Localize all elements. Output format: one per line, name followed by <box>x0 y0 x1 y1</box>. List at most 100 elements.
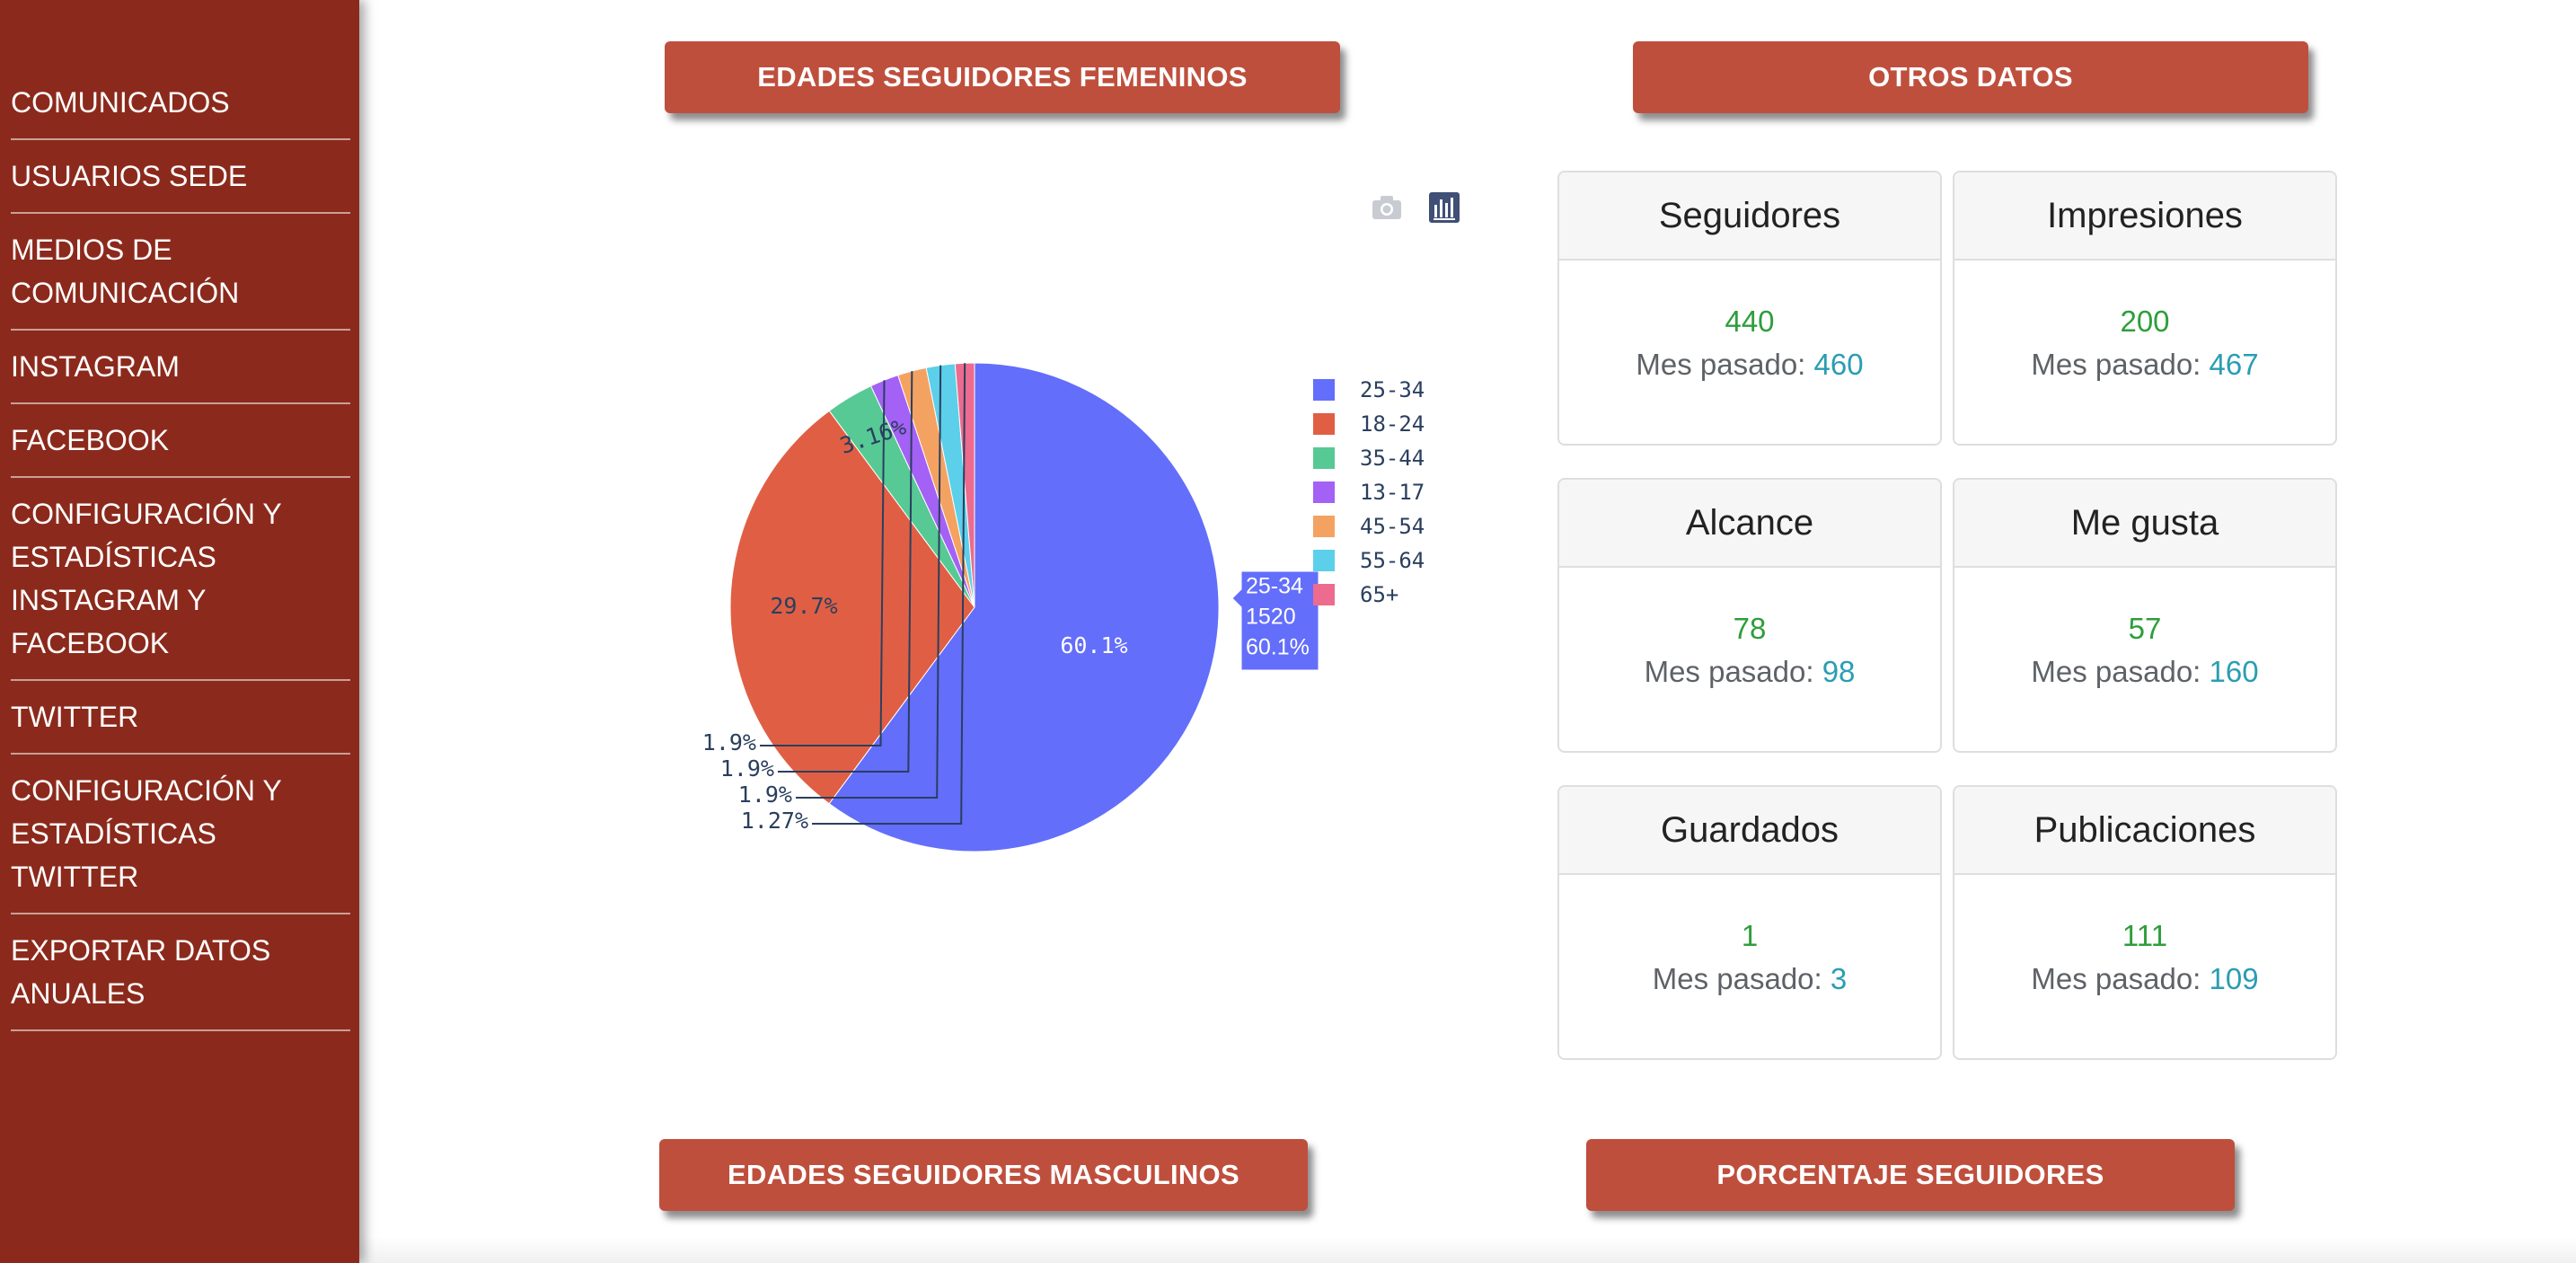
sidebar-item-label: ESTADÍSTICAS <box>11 541 216 573</box>
sidebar-item-label: CONFIGURACIÓN Y <box>11 774 282 807</box>
stat-previous: Mes pasado: 109 <box>1954 958 2335 1001</box>
stat-previous-value: 460 <box>1813 348 1864 381</box>
stat-current-value: 111 <box>2122 919 2168 952</box>
stat-card-title: Impresiones <box>1954 172 2335 261</box>
stat-previous: Mes pasado: 3 <box>1559 958 1940 1001</box>
legend-item[interactable]: 55-64 <box>1313 547 1425 574</box>
sidebar-item-label: ESTADÍSTICAS TWITTER <box>11 817 216 893</box>
legend-label: 25-34 <box>1360 377 1425 402</box>
male-ages-button[interactable]: EDADES SEGUIDORES MASCULINOS <box>659 1139 1308 1211</box>
legend-swatch <box>1313 584 1335 605</box>
pie-label: 60.1% <box>1060 632 1127 658</box>
legend-swatch <box>1313 379 1335 401</box>
pie-label: 29.7% <box>770 593 837 619</box>
sidebar-item-label: FACEBOOK <box>11 424 170 456</box>
legend-item[interactable]: 45-54 <box>1313 513 1425 540</box>
legend-swatch <box>1313 550 1335 571</box>
pie-label-outside: 1.27% <box>741 808 808 834</box>
stat-card: Publicaciones 111 Mes pasado: 109 <box>1953 785 2337 1060</box>
other-data-button[interactable]: OTROS DATOS <box>1633 41 2308 113</box>
sidebar-item-label: INSTAGRAM Y FACEBOOK <box>11 584 206 659</box>
legend-item[interactable]: 13-17 <box>1313 479 1425 506</box>
stat-card-body: 57 Mes pasado: 160 <box>1954 568 2335 693</box>
sidebar-item-5[interactable]: CONFIGURACIÓN Y ESTADÍSTICAS INSTAGRAM Y F… <box>11 478 350 681</box>
hover-tooltip-line: 1520 <box>1246 605 1296 630</box>
legend-item[interactable]: 25-34 <box>1313 376 1425 403</box>
female-ages-button[interactable]: EDADES SEGUIDORES FEMENINOS <box>665 41 1340 113</box>
sidebar-nav: COMUNICADOS USUARIOS SEDE MEDIOS DE COMUNIC… <box>0 0 350 1031</box>
percent-followers-button[interactable]: PORCENTAJE SEGUIDORES <box>1586 1139 2235 1211</box>
stat-previous: Mes pasado: 98 <box>1559 650 1940 693</box>
legend-swatch <box>1313 413 1335 435</box>
stat-previous-label: Mes pasado: <box>2031 655 2210 688</box>
legend-item[interactable]: 35-44 <box>1313 445 1425 472</box>
stat-card: Alcance 78 Mes pasado: 98 <box>1557 478 1942 753</box>
stat-current-value: 440 <box>1725 305 1775 338</box>
sidebar-item-label: MEDIOS DE <box>11 234 172 266</box>
stat-card: Guardados 1 Mes pasado: 3 <box>1557 785 1942 1060</box>
stat-card-body: 440 Mes pasado: 460 <box>1559 261 1940 386</box>
legend-label: 18-24 <box>1360 411 1425 437</box>
sidebar-item-label: CONFIGURACIÓN Y <box>11 498 282 530</box>
stat-previous-label: Mes pasado: <box>2031 348 2210 381</box>
stat-card-title: Alcance <box>1559 480 1940 568</box>
sidebar-item-label: INSTAGRAM <box>11 350 180 383</box>
stat-card-title: Guardados <box>1559 787 1940 875</box>
pie-label-outside: 1.9% <box>738 782 792 808</box>
sidebar-item-7[interactable]: CONFIGURACIÓN Y ESTADÍSTICAS TWITTER <box>11 755 350 914</box>
sidebar-item-2[interactable]: MEDIOS DE COMUNICACIÓN <box>11 214 350 331</box>
stat-card-title: Seguidores <box>1559 172 1940 261</box>
pie-label-outside: 1.9% <box>720 755 774 782</box>
sidebar-item-label: USUARIOS SEDE <box>11 160 248 192</box>
female-ages-pie-chart: 60.1%29.7%3.16%1.9%1.9%1.9%1.27%25-34152… <box>702 362 1319 852</box>
legend-swatch <box>1313 447 1335 469</box>
sidebar-item-label: COMUNICACIÓN <box>11 277 240 309</box>
bottom-shadow <box>359 1236 2576 1263</box>
stat-card-body: 111 Mes pasado: 109 <box>1954 875 2335 1001</box>
stat-card-body: 1 Mes pasado: 3 <box>1559 875 1940 1001</box>
stat-current-value: 57 <box>2128 612 2162 645</box>
sidebar-item-4[interactable]: FACEBOOK <box>11 404 350 478</box>
legend-label: 35-44 <box>1360 446 1425 471</box>
sidebar: COMUNICADOS USUARIOS SEDE MEDIOS DE COMUNIC… <box>0 0 359 1263</box>
stat-previous-label: Mes pasado: <box>2031 962 2210 995</box>
stat-card-body: 200 Mes pasado: 467 <box>1954 261 2335 386</box>
stat-previous: Mes pasado: 460 <box>1559 343 1940 386</box>
hover-tooltip-line: 25-34 <box>1246 574 1303 599</box>
sidebar-item-label: ANUALES <box>11 977 146 1010</box>
plotly-logo-icon[interactable] <box>1429 192 1460 223</box>
stat-card: Impresiones 200 Mes pasado: 467 <box>1953 171 2337 446</box>
sidebar-item-1[interactable]: USUARIOS SEDE <box>11 140 350 214</box>
legend-label: 65+ <box>1360 582 1399 607</box>
legend-label: 45-54 <box>1360 514 1425 539</box>
stat-card-title: Me gusta <box>1954 480 2335 568</box>
pie-label-outside: 1.9% <box>702 729 756 755</box>
legend-swatch <box>1313 516 1335 537</box>
sidebar-item-3[interactable]: INSTAGRAM <box>11 331 350 404</box>
legend-swatch <box>1313 481 1335 503</box>
stat-previous-value: 467 <box>2209 348 2259 381</box>
legend-item[interactable]: 18-24 <box>1313 411 1425 437</box>
sidebar-item-label: TWITTER <box>11 701 139 733</box>
sidebar-item-label: COMUNICADOS <box>11 86 230 119</box>
stat-card: Seguidores 440 Mes pasado: 460 <box>1557 171 1942 446</box>
sidebar-item-0[interactable]: COMUNICADOS <box>11 66 350 140</box>
stat-previous-label: Mes pasado: <box>1644 655 1822 688</box>
sidebar-item-8[interactable]: EXPORTAR DATOS ANUALES <box>11 914 350 1031</box>
legend-label: 55-64 <box>1360 548 1425 573</box>
stat-card: Me gusta 57 Mes pasado: 160 <box>1953 478 2337 753</box>
stat-previous-label: Mes pasado: <box>1652 962 1831 995</box>
stat-previous-value: 160 <box>2209 655 2259 688</box>
camera-icon[interactable] <box>1371 194 1403 221</box>
legend-label: 13-17 <box>1360 480 1425 505</box>
sidebar-item-label: EXPORTAR DATOS <box>11 934 271 967</box>
stat-card-title: Publicaciones <box>1954 787 2335 875</box>
sidebar-item-6[interactable]: TWITTER <box>11 681 350 755</box>
stat-current-value: 1 <box>1741 919 1759 952</box>
stat-previous-value: 3 <box>1830 962 1848 995</box>
stat-card-body: 78 Mes pasado: 98 <box>1559 568 1940 693</box>
hover-tooltip-line: 60.1% <box>1246 635 1310 660</box>
legend-item[interactable]: 65+ <box>1313 581 1398 608</box>
stat-current-value: 78 <box>1733 612 1767 645</box>
stat-current-value: 200 <box>2120 305 2170 338</box>
